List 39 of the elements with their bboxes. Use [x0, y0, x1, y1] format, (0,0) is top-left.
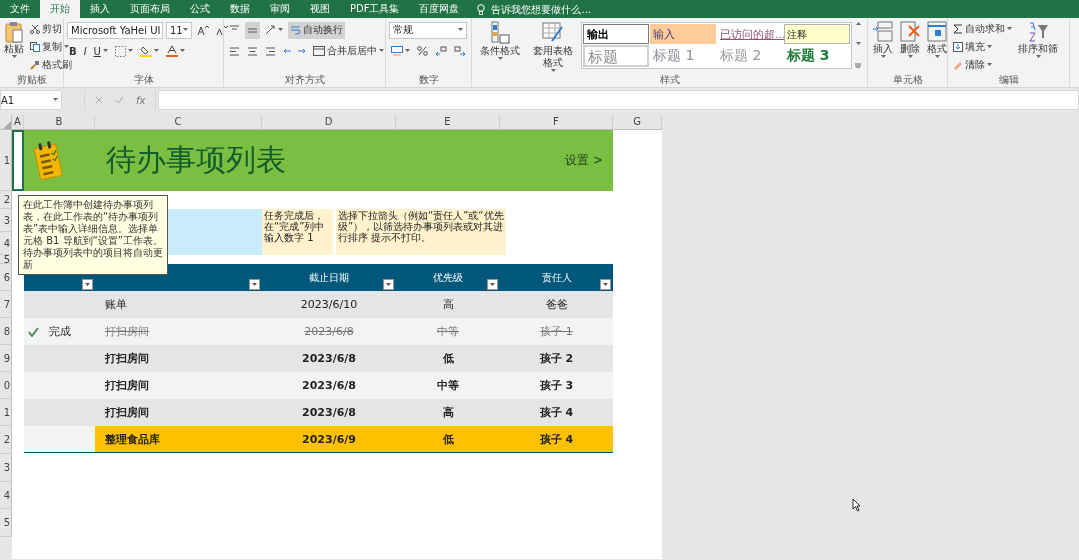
- table-cell-text: 高: [441, 297, 455, 313]
- table-cell-text: 2023/6/10: [299, 297, 359, 313]
- table-cell-text: 打扫房间: [104, 351, 150, 367]
- group-label: 样式: [658, 73, 681, 87]
- sheet-title: 待办事项列表: [106, 141, 287, 179]
- table-cell-text: 账单: [104, 297, 128, 313]
- note-text: 选择下拉箭头（例如“责任人”或“优先级”），以筛选待办事项列表或对其进行排序 提示不打印。: [336, 209, 506, 255]
- table-cell-text: 打扫房间: [104, 405, 150, 421]
- table-cell-text: 2023/6/8: [301, 351, 357, 367]
- table-cell-text: 中等: [436, 324, 460, 340]
- table-cell: 完成: [49, 324, 71, 339]
- column-label: 责任人: [541, 270, 572, 285]
- table-cell-text: 打扫房间: [104, 324, 150, 340]
- column-label: 截止日期: [309, 270, 349, 285]
- table-cell-text: 低: [441, 351, 455, 367]
- table-cell-text: 2023/6/8: [301, 378, 357, 394]
- table-cell: 孩子 4: [500, 426, 613, 452]
- table-cell: 整理食品库: [95, 426, 262, 452]
- group-label: 编辑: [997, 73, 1020, 87]
- group-label: 单元格: [891, 73, 924, 87]
- table-cell-text: 孩子 2: [538, 351, 575, 367]
- tooltip: 在此工作簿中创建待办事项列表，在此工作表的“待办事项列表”表中输入详细信息。选择单元格 B1 导航到“设置”工作表。待办事项列表中的项目将自动更新: [18, 195, 168, 275]
- table-cell-text: 孩子 4: [538, 405, 575, 421]
- table-cell-text: 中等: [436, 378, 460, 394]
- table-cell-text: 孩子 1: [539, 324, 574, 340]
- table-cell-text: 高: [441, 405, 455, 421]
- table-cell-text: 孩子 3: [538, 378, 575, 394]
- note-text: 任务完成后，在“完成”列中输入数字 1: [262, 209, 333, 255]
- group-label: 对齐方式: [283, 73, 326, 87]
- group-label: 字体: [132, 73, 155, 87]
- group-label: 剪贴板: [15, 73, 48, 87]
- table-cell-text: 2023/6/8: [301, 405, 357, 421]
- group-label: 数字: [417, 73, 440, 87]
- column-label: 优先级: [433, 270, 463, 285]
- table-cell-text: 打扫房间: [104, 378, 150, 394]
- table-cell: 低: [396, 426, 500, 452]
- table-cell-text: 爸爸: [544, 297, 569, 313]
- table-cell-text: 2023/6/8: [303, 324, 355, 340]
- table-cell: 2023/6/9: [262, 426, 396, 452]
